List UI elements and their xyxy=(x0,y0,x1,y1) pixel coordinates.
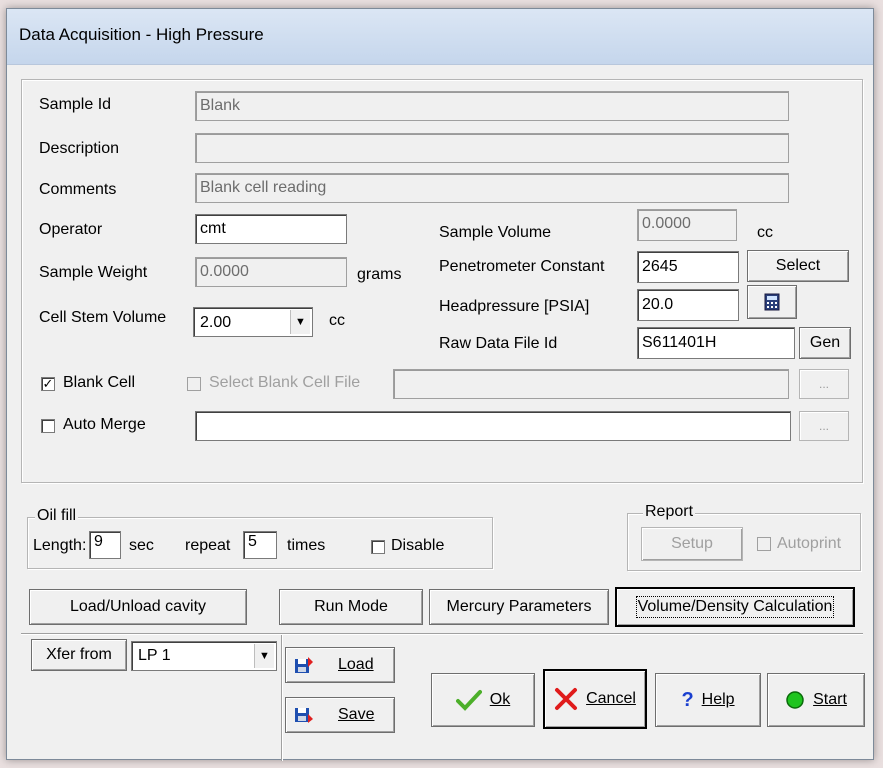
browse-label: ... xyxy=(818,377,829,391)
raw-data-file-label: Raw Data File Id xyxy=(439,335,558,352)
operator-label: Operator xyxy=(39,221,103,238)
sample-id-label: Sample Id xyxy=(39,96,112,113)
help-button[interactable]: ? Help xyxy=(655,673,761,727)
title-bar[interactable]: Data Acquisition - High Pressure xyxy=(7,9,873,65)
save-label: Save xyxy=(338,706,375,723)
start-label: Start xyxy=(813,691,847,708)
sample-weight-label: Sample Weight xyxy=(39,264,148,281)
gen-button-label: Gen xyxy=(809,334,841,351)
setup-label: Setup xyxy=(671,535,713,552)
description-label: Description xyxy=(39,140,120,157)
cancel-x-icon xyxy=(555,688,578,710)
select-button-label: Select xyxy=(775,257,821,274)
help-label: Help xyxy=(701,691,735,708)
calculator-button[interactable] xyxy=(747,285,797,319)
auto-merge-checkbox[interactable] xyxy=(41,419,55,433)
gen-button[interactable]: Gen xyxy=(799,327,851,359)
xfer-from-select[interactable]: LP 1 ▼ xyxy=(131,641,277,671)
autoprint-checkbox[interactable] xyxy=(757,537,771,551)
xfer-from-button[interactable]: Xfer from xyxy=(31,639,127,671)
blank-cell-checkbox[interactable]: ✓ xyxy=(41,377,55,391)
repeat-label: repeat xyxy=(185,537,231,554)
report-setup-button[interactable]: Setup xyxy=(641,527,743,561)
length-label: Length: xyxy=(33,537,87,554)
vertical-separator xyxy=(281,635,283,761)
select-blank-cell-checkbox[interactable] xyxy=(187,377,201,391)
load-unload-cavity-button[interactable]: Load/Unload cavity xyxy=(29,589,247,625)
start-button[interactable]: Start xyxy=(767,673,865,727)
sec-label: sec xyxy=(129,537,154,554)
sample-weight-field[interactable]: 0.0000 xyxy=(195,257,347,287)
operator-field[interactable]: cmt xyxy=(195,214,347,244)
blank-cell-file-field[interactable] xyxy=(393,369,789,399)
start-circle-icon xyxy=(786,691,804,709)
length-field[interactable]: 9 xyxy=(89,531,121,559)
load-unload-label: Load/Unload cavity xyxy=(69,598,207,615)
cancel-label: Cancel xyxy=(586,690,636,707)
volume-density-label: Volume/Density Calculation xyxy=(635,596,835,618)
oil-fill-group-label: Oil fill xyxy=(35,507,79,525)
raw-data-file-field[interactable]: S611401H xyxy=(637,327,795,359)
window-title: Data Acquisition - High Pressure xyxy=(19,25,264,44)
comments-field[interactable]: Blank cell reading xyxy=(195,173,789,203)
penetrometer-constant-field[interactable]: 2645 xyxy=(637,251,739,283)
ok-button[interactable]: Ok xyxy=(431,673,535,727)
sample-volume-label: Sample Volume xyxy=(439,224,552,241)
save-disk-icon xyxy=(295,708,313,723)
disable-label: Disable xyxy=(391,537,445,554)
cell-stem-volume-unit: cc xyxy=(329,312,345,329)
xfer-from-label: Xfer from xyxy=(46,646,112,663)
autoprint-label: Autoprint xyxy=(777,535,842,552)
sample-volume-unit: cc xyxy=(757,224,773,241)
separator xyxy=(21,633,863,635)
calculator-icon xyxy=(764,293,780,311)
select-blank-cell-label: Select Blank Cell File xyxy=(209,374,361,391)
select-button[interactable]: Select xyxy=(747,250,849,282)
disable-checkbox[interactable] xyxy=(371,540,385,554)
sample-id-field[interactable]: Blank xyxy=(195,91,789,121)
run-mode-button[interactable]: Run Mode xyxy=(279,589,423,625)
cell-stem-volume-select[interactable]: 2.00 ▼ xyxy=(193,307,313,337)
report-group-label: Report xyxy=(643,503,696,521)
cell-stem-volume-label: Cell Stem Volume xyxy=(39,309,167,326)
load-disk-icon xyxy=(295,657,313,673)
load-button[interactable]: Load xyxy=(285,647,395,683)
auto-merge-field[interactable] xyxy=(195,411,791,441)
auto-merge-label: Auto Merge xyxy=(63,416,146,433)
save-button[interactable]: Save xyxy=(285,697,395,733)
browse-label: ... xyxy=(818,419,829,433)
comments-label: Comments xyxy=(39,181,117,198)
volume-density-calculation-button[interactable]: Volume/Density Calculation xyxy=(615,587,855,627)
sample-weight-unit: grams xyxy=(357,266,402,283)
cell-stem-volume-value: 2.00 xyxy=(200,314,232,331)
auto-merge-browse-button[interactable]: ... xyxy=(799,411,849,441)
headpressure-field[interactable]: 20.0 xyxy=(637,289,739,321)
headpressure-label: Headpressure [PSIA] xyxy=(439,298,590,315)
times-label: times xyxy=(287,537,326,554)
help-icon: ? xyxy=(681,688,694,711)
dialog-window: Data Acquisition - High Pressure Sample … xyxy=(6,8,874,761)
ok-label: Ok xyxy=(489,691,511,708)
blank-cell-browse-button[interactable]: ... xyxy=(799,369,849,399)
mercury-parameters-button[interactable]: Mercury Parameters xyxy=(429,589,609,625)
load-label: Load xyxy=(338,656,374,673)
xfer-from-value: LP 1 xyxy=(138,647,171,664)
description-field[interactable] xyxy=(195,133,789,163)
run-mode-label: Run Mode xyxy=(314,598,388,615)
cancel-button[interactable]: Cancel xyxy=(543,669,647,729)
repeat-field[interactable]: 5 xyxy=(243,531,277,559)
chevron-down-icon[interactable]: ▼ xyxy=(254,644,274,668)
ok-check-icon xyxy=(455,690,482,711)
chevron-down-icon[interactable]: ▼ xyxy=(290,310,310,334)
penetrometer-constant-label: Penetrometer Constant xyxy=(439,258,605,275)
sample-volume-field[interactable]: 0.0000 xyxy=(637,209,737,241)
mercury-label: Mercury Parameters xyxy=(446,598,592,615)
blank-cell-label: Blank Cell xyxy=(63,374,136,391)
